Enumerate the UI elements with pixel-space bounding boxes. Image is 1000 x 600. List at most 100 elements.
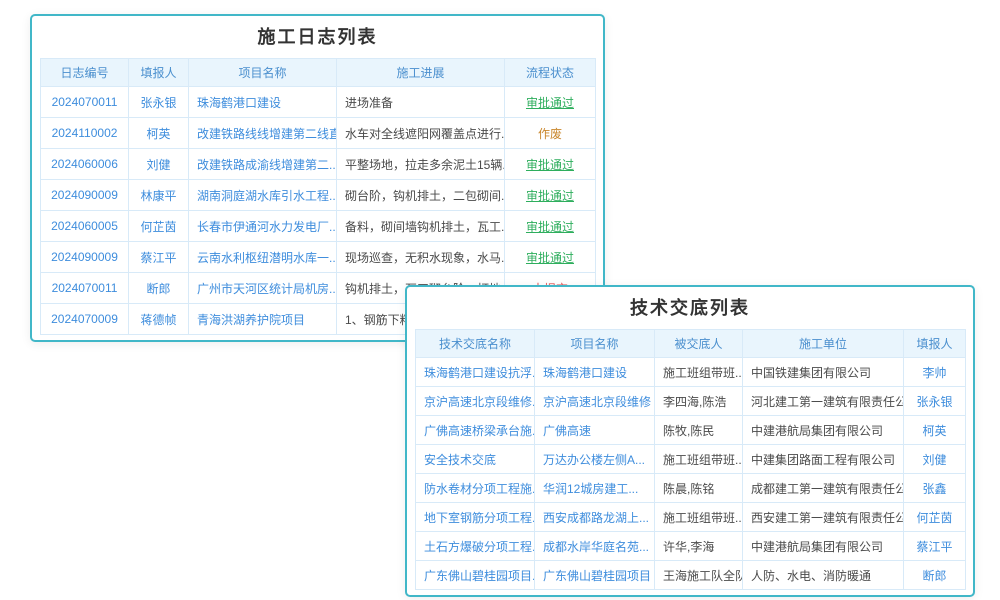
col-header-project: 项目名称 — [535, 330, 655, 358]
receiver-text: 陈牧,陈民 — [655, 416, 743, 445]
receiver-text: 施工班组带班... — [655, 358, 743, 387]
unit-text: 成都建工第一建筑有限责任公司 — [743, 474, 904, 503]
reporter-link[interactable]: 刘健 — [129, 149, 189, 180]
log-id-cell[interactable]: 2024060005 — [41, 211, 129, 242]
reporter-link[interactable]: 张鑫 — [904, 474, 966, 503]
receiver-text: 李四海,陈浩 — [655, 387, 743, 416]
status-badge: 作废 — [505, 118, 596, 149]
reporter-link[interactable]: 蔡江平 — [129, 242, 189, 273]
col-header-project: 项目名称 — [189, 59, 337, 87]
project-link[interactable]: 云南水利枢纽潜明水库一... — [189, 242, 337, 273]
table-row: 2024090009 蔡江平 云南水利枢纽潜明水库一... 现场巡查，无积水现象… — [41, 242, 596, 273]
reporter-link[interactable]: 断郎 — [129, 273, 189, 304]
col-header-reporter: 填报人 — [129, 59, 189, 87]
disclosure-name-link[interactable]: 安全技术交底 — [416, 445, 535, 474]
project-link[interactable]: 万达办公楼左侧A... — [535, 445, 655, 474]
col-header-status: 流程状态 — [505, 59, 596, 87]
unit-text: 河北建工第一建筑有限责任公司 — [743, 387, 904, 416]
table-row: 地下室钢筋分项工程... 西安成都路龙湖上... 施工班组带班... 西安建工第… — [416, 503, 966, 532]
project-link[interactable]: 青海洪湖养护院项目 — [189, 304, 337, 335]
disclosure-name-link[interactable]: 京沪高速北京段维修... — [416, 387, 535, 416]
unit-text: 中建港航局集团有限公司 — [743, 416, 904, 445]
status-badge[interactable]: 审批通过 — [505, 211, 596, 242]
project-link[interactable]: 成都水岸华庭名苑... — [535, 532, 655, 561]
col-header-disclosure-name: 技术交底名称 — [416, 330, 535, 358]
table-row: 2024090009 林康平 湖南洞庭湖水库引水工程... 砌台阶，钩机排土，二… — [41, 180, 596, 211]
project-link[interactable]: 广佛高速 — [535, 416, 655, 445]
status-badge[interactable]: 审批通过 — [505, 242, 596, 273]
reporter-link[interactable]: 断郎 — [904, 561, 966, 590]
progress-text: 现场巡查，无积水现象，水马... — [337, 242, 505, 273]
project-link[interactable]: 西安成都路龙湖上... — [535, 503, 655, 532]
status-badge[interactable]: 审批通过 — [505, 180, 596, 211]
log-id-cell[interactable]: 2024070011 — [41, 273, 129, 304]
reporter-link[interactable]: 柯英 — [129, 118, 189, 149]
reporter-link[interactable]: 柯英 — [904, 416, 966, 445]
reporter-link[interactable]: 刘健 — [904, 445, 966, 474]
col-header-progress: 施工进展 — [337, 59, 505, 87]
project-link[interactable]: 改建铁路成渝线增建第二... — [189, 149, 337, 180]
col-header-unit: 施工单位 — [743, 330, 904, 358]
table-row: 广佛高速桥梁承台施... 广佛高速 陈牧,陈民 中建港航局集团有限公司 柯英 — [416, 416, 966, 445]
status-badge[interactable]: 审批通过 — [505, 87, 596, 118]
project-link[interactable]: 珠海鹤港口建设 — [189, 87, 337, 118]
receiver-text: 陈晨,陈铭 — [655, 474, 743, 503]
table-row: 2024060005 何芷茵 长春市伊通河水力发电厂... 备料，砌间墙钩机排土… — [41, 211, 596, 242]
table-row: 广东佛山碧桂园项目... 广东佛山碧桂园项目 王海施工队全队 人防、水电、消防暖… — [416, 561, 966, 590]
project-link[interactable]: 京沪高速北京段维修 — [535, 387, 655, 416]
table-row: 珠海鹤港口建设抗浮... 珠海鹤港口建设 施工班组带班... 中国铁建集团有限公… — [416, 358, 966, 387]
table-row: 防水卷材分项工程施... 华润12城房建工... 陈晨,陈铭 成都建工第一建筑有… — [416, 474, 966, 503]
receiver-text: 施工班组带班... — [655, 503, 743, 532]
receiver-text: 施工班组带班... — [655, 445, 743, 474]
log-id-cell[interactable]: 2024070009 — [41, 304, 129, 335]
unit-text: 中建港航局集团有限公司 — [743, 532, 904, 561]
reporter-link[interactable]: 蔡江平 — [904, 532, 966, 561]
log-header-row: 日志编号 填报人 项目名称 施工进展 流程状态 — [41, 59, 596, 87]
table-row: 2024070011 张永银 珠海鹤港口建设 进场准备 审批通过 — [41, 87, 596, 118]
reporter-link[interactable]: 张永银 — [904, 387, 966, 416]
unit-text: 中建集团路面工程有限公司 — [743, 445, 904, 474]
disclosure-name-link[interactable]: 广佛高速桥梁承台施... — [416, 416, 535, 445]
reporter-link[interactable]: 李帅 — [904, 358, 966, 387]
project-link[interactable]: 珠海鹤港口建设 — [535, 358, 655, 387]
col-header-receiver: 被交底人 — [655, 330, 743, 358]
progress-text: 砌台阶，钩机排土，二包砌间... — [337, 180, 505, 211]
table-row: 2024110002 柯英 改建铁路线线增建第二线直... 水车对全线遮阳网覆盖… — [41, 118, 596, 149]
unit-text: 人防、水电、消防暖通 — [743, 561, 904, 590]
log-id-cell[interactable]: 2024060006 — [41, 149, 129, 180]
tech-disclosure-panel: 技术交底列表 技术交底名称 项目名称 被交底人 施工单位 填报人 珠海鹤港口建设… — [405, 285, 975, 597]
unit-text: 西安建工第一建筑有限责任公司 — [743, 503, 904, 532]
status-badge[interactable]: 审批通过 — [505, 149, 596, 180]
table-row: 京沪高速北京段维修... 京沪高速北京段维修 李四海,陈浩 河北建工第一建筑有限… — [416, 387, 966, 416]
disclosure-name-link[interactable]: 防水卷材分项工程施... — [416, 474, 535, 503]
project-link[interactable]: 改建铁路线线增建第二线直... — [189, 118, 337, 149]
col-header-reporter: 填报人 — [904, 330, 966, 358]
table-row: 土石方爆破分项工程... 成都水岸华庭名苑... 许华,李海 中建港航局集团有限… — [416, 532, 966, 561]
log-id-cell[interactable]: 2024090009 — [41, 242, 129, 273]
progress-text: 平整场地，拉走多余泥土15辆... — [337, 149, 505, 180]
log-id-cell[interactable]: 2024110002 — [41, 118, 129, 149]
receiver-text: 王海施工队全队 — [655, 561, 743, 590]
reporter-link[interactable]: 林康平 — [129, 180, 189, 211]
table-row: 2024060006 刘健 改建铁路成渝线增建第二... 平整场地，拉走多余泥土… — [41, 149, 596, 180]
reporter-link[interactable]: 张永银 — [129, 87, 189, 118]
reporter-link[interactable]: 何芷茵 — [129, 211, 189, 242]
log-id-cell[interactable]: 2024090009 — [41, 180, 129, 211]
project-link[interactable]: 广州市天河区统计局机房... — [189, 273, 337, 304]
progress-text: 备料，砌间墙钩机排土，瓦工... — [337, 211, 505, 242]
project-link[interactable]: 广东佛山碧桂园项目 — [535, 561, 655, 590]
project-link[interactable]: 华润12城房建工... — [535, 474, 655, 503]
tech-header-row: 技术交底名称 项目名称 被交底人 施工单位 填报人 — [416, 330, 966, 358]
disclosure-name-link[interactable]: 珠海鹤港口建设抗浮... — [416, 358, 535, 387]
tech-panel-title: 技术交底列表 — [407, 287, 973, 329]
reporter-link[interactable]: 蒋德帧 — [129, 304, 189, 335]
project-link[interactable]: 长春市伊通河水力发电厂... — [189, 211, 337, 242]
log-id-cell[interactable]: 2024070011 — [41, 87, 129, 118]
log-panel-title: 施工日志列表 — [32, 16, 603, 58]
disclosure-name-link[interactable]: 地下室钢筋分项工程... — [416, 503, 535, 532]
disclosure-name-link[interactable]: 广东佛山碧桂园项目... — [416, 561, 535, 590]
reporter-link[interactable]: 何芷茵 — [904, 503, 966, 532]
disclosure-name-link[interactable]: 土石方爆破分项工程... — [416, 532, 535, 561]
tech-disclosure-table: 技术交底名称 项目名称 被交底人 施工单位 填报人 珠海鹤港口建设抗浮... 珠… — [415, 329, 966, 590]
project-link[interactable]: 湖南洞庭湖水库引水工程... — [189, 180, 337, 211]
